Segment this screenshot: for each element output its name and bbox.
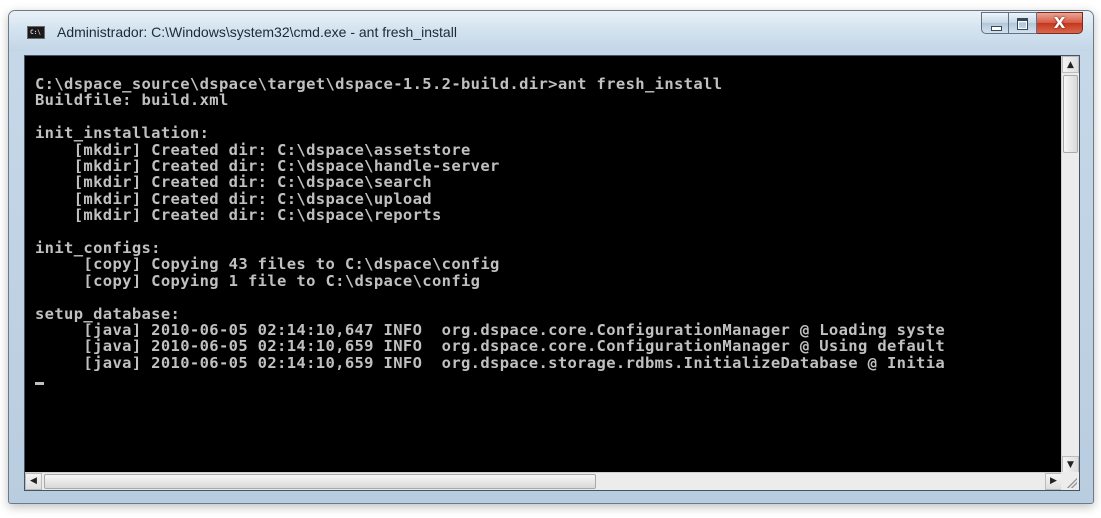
- console-line: [java] 2010-06-05 02:14:10,659 INFO org.…: [35, 353, 946, 372]
- arrow-down-icon: ▼: [1067, 460, 1074, 470]
- scroll-up-button[interactable]: ▲: [1062, 56, 1079, 73]
- console-line: [mkdir] Created dir: C:\dspace\reports: [35, 206, 442, 225]
- maximize-button[interactable]: [1009, 12, 1037, 34]
- console-line: Buildfile: build.xml: [35, 91, 229, 110]
- console-line: [java] 2010-06-05 02:14:10,659 INFO org.…: [35, 337, 946, 356]
- cmd-icon-text: C:\: [30, 29, 41, 36]
- console-line: [mkdir] Created dir: C:\dspace\search: [35, 173, 432, 192]
- title-bar[interactable]: C:\ Administrador: C:\Windows\system32\c…: [9, 11, 1093, 51]
- arrow-up-icon: ▲: [1067, 60, 1074, 70]
- window-controls: X: [981, 12, 1083, 36]
- close-icon: X: [1053, 14, 1066, 32]
- resize-grip-icon[interactable]: [1067, 478, 1077, 488]
- arrow-left-icon: ◀: [30, 476, 37, 486]
- vertical-scrollbar[interactable]: ▲ ▼: [1061, 56, 1079, 473]
- console-line: init_installation:: [35, 124, 210, 143]
- scroll-right-button[interactable]: ▶: [1045, 473, 1062, 490]
- scroll-left-button[interactable]: ◀: [25, 473, 42, 490]
- cmd-window: C:\ Administrador: C:\Windows\system32\c…: [8, 10, 1094, 504]
- cmd-icon[interactable]: C:\: [27, 26, 45, 39]
- console-line: [copy] Copying 1 file to C:\dspace\confi…: [35, 271, 481, 290]
- minimize-button[interactable]: [981, 12, 1009, 34]
- scroll-down-button[interactable]: ▼: [1062, 456, 1079, 473]
- vertical-scroll-thumb[interactable]: [1063, 75, 1078, 153]
- console-area[interactable]: C:\dspace_source\dspace\target\dspace-1.…: [24, 55, 1080, 491]
- arrow-right-icon: ▶: [1050, 476, 1057, 486]
- text-cursor: [35, 382, 44, 385]
- scrollbar-corner: [1061, 472, 1079, 490]
- window-title: Administrador: C:\Windows\system32\cmd.e…: [57, 24, 457, 40]
- horizontal-scrollbar[interactable]: ◀ ▶: [25, 472, 1062, 490]
- console-output[interactable]: C:\dspace_source\dspace\target\dspace-1.…: [25, 56, 1062, 473]
- close-button[interactable]: X: [1037, 12, 1083, 34]
- console-line: [copy] Copying 43 files to C:\dspace\con…: [35, 255, 500, 274]
- horizontal-scroll-thumb[interactable]: [44, 474, 596, 489]
